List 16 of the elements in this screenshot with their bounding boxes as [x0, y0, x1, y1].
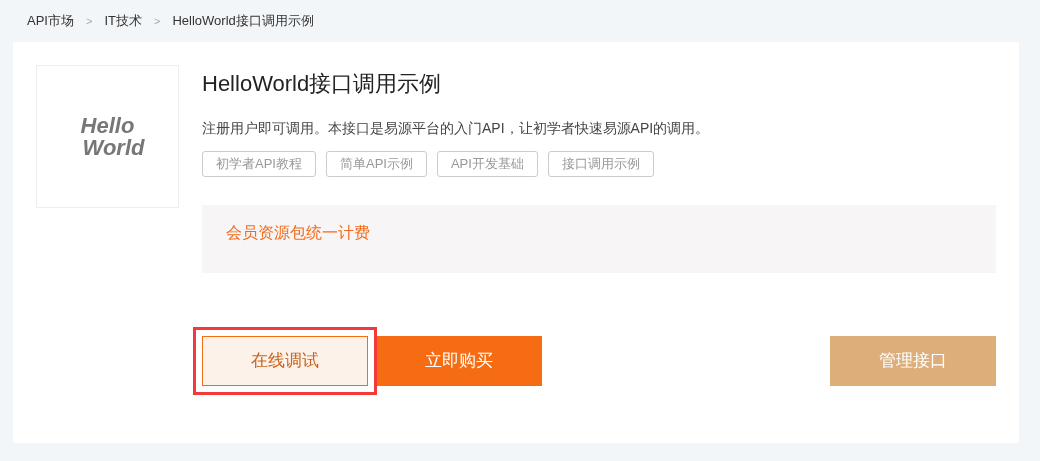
- tag[interactable]: API开发基础: [436, 151, 538, 177]
- breadcrumb-link[interactable]: IT技术: [104, 11, 142, 31]
- tag[interactable]: 接口调用示例: [547, 151, 654, 177]
- buy-button[interactable]: 立即购买: [376, 336, 542, 386]
- breadcrumb-separator: >: [153, 13, 161, 29]
- breadcrumb-separator: >: [85, 13, 93, 29]
- debug-button[interactable]: 在线调试: [202, 336, 368, 386]
- breadcrumb-link[interactable]: API市场: [27, 11, 74, 31]
- api-title: HelloWorld接口调用示例: [202, 70, 443, 98]
- pricing-text: 会员资源包统一计费: [226, 224, 370, 241]
- api-description: 注册用户即可调用。本接口是易源平台的入门API，让初学者快速易源API的调用。: [202, 119, 711, 138]
- tag[interactable]: 简单API示例: [325, 151, 427, 177]
- logo-text: World: [81, 136, 145, 159]
- manage-button[interactable]: 管理接口: [830, 336, 996, 386]
- tag[interactable]: 初学者API教程: [202, 151, 316, 177]
- logo-text: Hello: [80, 114, 135, 137]
